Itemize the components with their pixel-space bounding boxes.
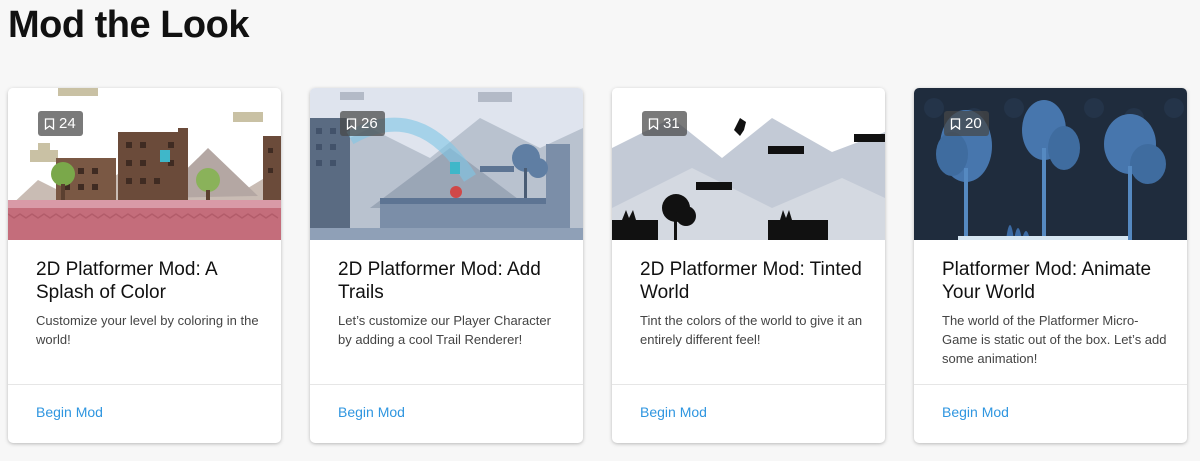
mod-card-list: 24 2D Platformer Mod: A Splash of Color … [8, 88, 1192, 444]
bookmark-count: 31 [663, 115, 680, 132]
bookmark-icon [648, 117, 659, 130]
card-title: 2D Platformer Mod: Add Trails [338, 259, 541, 303]
card-divider [612, 384, 885, 385]
card-thumbnail[interactable]: 24 [8, 88, 281, 240]
card-thumbnail[interactable]: 31 [612, 88, 885, 240]
card-description: Customize your level by coloring in the … [36, 313, 259, 347]
mod-card[interactable]: 31 2D Platformer Mod: Tinted World Tint … [612, 88, 885, 443]
card-description: The world of the Platformer Micro-Game i… [942, 313, 1167, 366]
bookmark-count-badge: 31 [642, 111, 687, 136]
page-title: Mod the Look [8, 4, 249, 46]
card-divider [310, 384, 583, 385]
bookmark-icon [346, 117, 357, 130]
bookmark-icon [44, 117, 55, 130]
card-description: Tint the colors of the world to give it … [640, 313, 863, 347]
card-description: Let’s customize our Player Character by … [338, 313, 551, 347]
begin-mod-link[interactable]: Begin Mod [338, 404, 405, 420]
begin-mod-link[interactable]: Begin Mod [640, 404, 707, 420]
bookmark-count: 20 [965, 115, 982, 132]
card-divider [8, 384, 281, 385]
mod-card[interactable]: 26 2D Platformer Mod: Add Trails Let’s c… [310, 88, 583, 443]
card-title: 2D Platformer Mod: A Splash of Color [36, 259, 217, 303]
mod-card[interactable]: 24 2D Platformer Mod: A Splash of Color … [8, 88, 281, 443]
bookmark-count-badge: 24 [38, 111, 83, 136]
bookmark-count: 24 [59, 115, 76, 132]
card-thumbnail[interactable]: 20 [914, 88, 1187, 240]
card-thumbnail[interactable]: 26 [310, 88, 583, 240]
bookmark-count-badge: 20 [944, 111, 989, 136]
bookmark-icon [950, 117, 961, 130]
bookmark-count: 26 [361, 115, 378, 132]
mod-card[interactable]: 20 Platformer Mod: Animate Your World Th… [914, 88, 1187, 443]
card-divider [914, 384, 1187, 385]
card-title: 2D Platformer Mod: Tinted World [640, 259, 862, 303]
bookmark-count-badge: 26 [340, 111, 385, 136]
begin-mod-link[interactable]: Begin Mod [942, 404, 1009, 420]
card-title: Platformer Mod: Animate Your World [942, 259, 1152, 303]
begin-mod-link[interactable]: Begin Mod [36, 404, 103, 420]
